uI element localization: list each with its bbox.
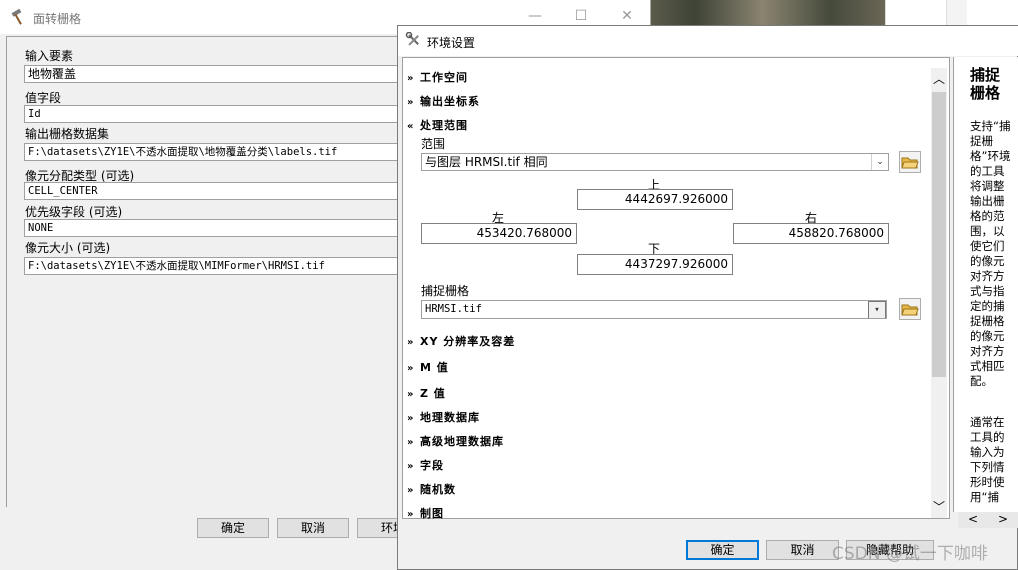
cell-size-field[interactable]: F:\datasets\ZY1E\不透水面提取\MIMFormer\HRMSI.… — [24, 257, 404, 275]
extent-left-input[interactable]: 453420.768000 — [421, 223, 577, 244]
browse-extent-button[interactable] — [899, 151, 921, 173]
scrollbar-thumb[interactable] — [932, 92, 946, 377]
section-geodatabase[interactable]: » 地理数据库 — [407, 409, 480, 425]
collapse-chevron-icon: « — [407, 121, 415, 132]
hammer-icon — [11, 9, 22, 25]
section-advanced-geodatabase[interactable]: » 高级地理数据库 — [407, 433, 504, 449]
expand-chevron-icon: » — [407, 437, 415, 448]
expand-chevron-icon: » — [407, 337, 415, 348]
chevron-left-icon[interactable]: < — [968, 512, 978, 526]
input-features-field[interactable]: 地物覆盖 — [24, 65, 404, 83]
help-nav-bar: < > — [958, 512, 1018, 528]
section-random-numbers[interactable]: » 随机数 — [407, 481, 456, 497]
extent-bottom-input[interactable]: 4437297.926000 — [577, 254, 733, 275]
ok-button[interactable]: 确定 — [197, 518, 269, 538]
window-title: 面转栅格 — [33, 12, 82, 26]
dropdown-arrow-icon: ▾ — [868, 301, 886, 318]
field-label-priority-field: 优先级字段 (可选) — [25, 205, 123, 219]
snap-raster-label: 捕捉栅格 — [421, 284, 470, 298]
section-processing-extent[interactable]: «处理范围 — [407, 117, 468, 133]
section-xy-resolution[interactable]: » XY 分辨率及容差 — [407, 333, 515, 349]
background-scrollbar — [946, 0, 967, 28]
snap-raster-select[interactable]: HRMSI.tif ▾ — [421, 300, 887, 319]
tools-icon — [405, 32, 419, 46]
section-cartography[interactable]: » 制图 — [407, 505, 444, 521]
env-cancel-button[interactable]: 取消 — [766, 540, 839, 560]
window-title: 环境设置 — [427, 36, 476, 50]
extent-right-input[interactable]: 458820.768000 — [733, 223, 889, 244]
folder-open-icon — [901, 304, 919, 316]
section-workspace[interactable]: » 工作空间 — [407, 69, 468, 85]
extent-select[interactable]: 与图层 HRMSI.tif 相同 ⌄ — [421, 153, 889, 171]
expand-chevron-icon: » — [407, 363, 415, 374]
expand-chevron-icon: » — [407, 389, 415, 400]
expand-chevron-icon: » — [407, 509, 415, 520]
expand-chevron-icon: » — [407, 73, 415, 84]
help-text: 支持“捕捉栅格”环境的工具将调整输出栅格的范围，以使它们的像元对齐方式与指定的捕… — [970, 119, 1011, 504]
field-label-cell-size: 像元大小 (可选) — [25, 241, 111, 255]
expand-chevron-icon: » — [407, 461, 415, 472]
maximize-button[interactable]: ☐ — [568, 6, 594, 26]
section-z-values[interactable]: » Z 值 — [407, 385, 446, 401]
chevron-right-icon[interactable]: > — [998, 512, 1008, 526]
close-button[interactable]: ✕ — [614, 6, 640, 26]
browse-snap-raster-button[interactable] — [899, 298, 921, 320]
value-field-select[interactable]: Id — [24, 105, 404, 123]
section-fields[interactable]: » 字段 — [407, 457, 444, 473]
cell-assignment-select[interactable]: CELL_CENTER — [24, 182, 404, 200]
settings-panel — [402, 57, 950, 519]
expand-chevron-icon: » — [407, 97, 415, 108]
help-title: 捕捉栅格 — [970, 66, 1001, 102]
field-label-output-raster: 输出栅格数据集 — [25, 127, 110, 141]
scroll-up-icon[interactable]: ︿ — [931, 70, 947, 86]
folder-open-icon — [901, 157, 919, 169]
section-m-values[interactable]: » M 值 — [407, 359, 449, 375]
section-output-coordinates[interactable]: » 输出坐标系 — [407, 93, 480, 109]
chevron-down-icon: ⌄ — [871, 154, 888, 170]
priority-field-select[interactable]: NONE — [24, 219, 404, 237]
environment-settings-titlebar — [398, 26, 1018, 56]
expand-chevron-icon: » — [407, 413, 415, 424]
minimize-button[interactable]: — — [522, 6, 548, 26]
watermark: CSDN @试一下咖啡 — [832, 544, 988, 564]
extent-label: 范围 — [421, 137, 446, 151]
extent-top-input[interactable]: 4442697.926000 — [577, 189, 733, 210]
env-ok-button[interactable]: 确定 — [686, 540, 759, 560]
field-label-value-field: 值字段 — [25, 91, 62, 105]
expand-chevron-icon: » — [407, 485, 415, 496]
scroll-down-icon[interactable]: ﹀ — [931, 498, 947, 514]
cancel-button[interactable]: 取消 — [277, 518, 349, 538]
output-raster-field[interactable]: F:\datasets\ZY1E\不透水面提取\地物覆盖分类\labels.ti… — [24, 143, 404, 161]
field-label-input-features: 输入要素 — [25, 49, 74, 63]
